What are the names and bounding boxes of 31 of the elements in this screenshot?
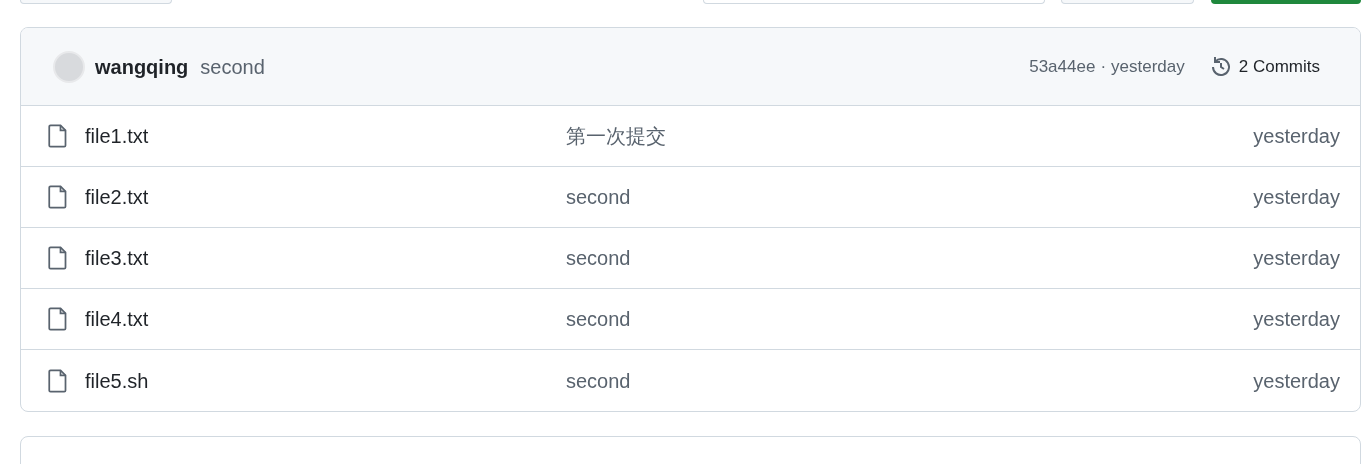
file-commit-message[interactable]: second [566, 304, 1254, 334]
file-name[interactable]: file4.txt [85, 304, 566, 334]
file-icon [48, 185, 68, 209]
commit-author[interactable]: wangqing [95, 51, 189, 82]
file-icon [48, 368, 68, 393]
file-commit-message[interactable]: second [566, 243, 1254, 273]
file-time: yesterday [1253, 185, 1340, 210]
file-icon [48, 246, 68, 270]
file-commit-message[interactable]: second [566, 365, 1254, 396]
file-icon [48, 307, 68, 331]
commits-link[interactable]: 2 Commits [1238, 53, 1320, 80]
separator: · [1100, 55, 1107, 78]
button-edge[interactable] [1211, 0, 1361, 4]
file-time: yesterday [1253, 368, 1340, 394]
commit-time: yesterday [1111, 55, 1185, 78]
commit-hash[interactable]: 53a44ee [1029, 53, 1096, 80]
file-name[interactable]: file3.txt [85, 243, 566, 273]
file-icon [48, 124, 68, 148]
file-commit-message[interactable]: 第一次提交 [566, 121, 1254, 151]
button-edge[interactable] [1060, 0, 1195, 4]
file-time: yesterday [1253, 124, 1340, 149]
file-commit-message[interactable]: second [566, 182, 1254, 212]
file-time: yesterday [1253, 307, 1340, 332]
file-name[interactable]: file5.sh [85, 365, 566, 396]
button-edge[interactable] [702, 0, 1045, 4]
file-name[interactable]: file1.txt [85, 121, 566, 151]
file-time: yesterday [1253, 246, 1340, 271]
button-edge[interactable] [20, 0, 172, 4]
file-name[interactable]: file2.txt [85, 182, 566, 212]
avatar[interactable] [53, 50, 85, 83]
commit-message[interactable]: second [200, 51, 265, 82]
